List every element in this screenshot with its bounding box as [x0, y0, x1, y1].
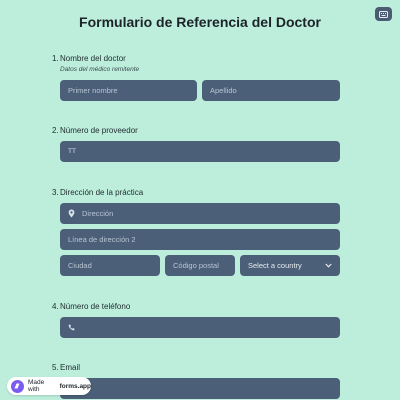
field-placeholder: Primer nombre [68, 86, 118, 95]
forms-app-logo-icon [11, 379, 24, 393]
first-name-input[interactable]: Primer nombre [60, 80, 197, 101]
postal-code-input[interactable]: Código postal [165, 255, 235, 276]
question-label: Dirección de la práctica [60, 188, 144, 197]
field-placeholder: Apellido [210, 86, 237, 95]
question-provider-number: 2. Número de proveedor [52, 126, 340, 136]
question-email: 5. Email [52, 363, 340, 373]
question-label: Número de teléfono [60, 302, 131, 311]
field-placeholder: Dirección [82, 209, 114, 218]
keyboard-icon [379, 10, 388, 18]
field-placeholder: Código postal [173, 261, 219, 270]
question-label: Nombre del doctor [60, 54, 126, 63]
question-phone-number: 4. Número de teléfono [52, 302, 340, 312]
text-type-icon: TT [68, 148, 76, 155]
question-practice-address: 3. Dirección de la práctica [52, 188, 340, 198]
country-select[interactable]: Select a country [240, 255, 340, 276]
page-title: Formulario de Referencia del Doctor [79, 14, 321, 30]
badge-prefix: Made with [27, 379, 45, 393]
question-number: 1. [52, 54, 59, 63]
country-select-value: Select a country [248, 261, 302, 270]
last-name-input[interactable]: Apellido [202, 80, 340, 101]
question-label: Email [60, 363, 81, 372]
question-number: 5. [52, 363, 59, 372]
location-pin-icon [68, 209, 75, 218]
question-number: 3. [52, 188, 59, 197]
phone-input[interactable] [60, 317, 340, 338]
phone-icon [68, 324, 75, 331]
address-input[interactable]: Dirección [60, 203, 340, 224]
keyboard-button[interactable] [375, 7, 392, 21]
chevron-down-icon [325, 263, 332, 268]
badge-brand: forms.app [59, 382, 91, 390]
question-label: Número de proveedor [60, 126, 138, 135]
field-placeholder: Ciudad [68, 261, 92, 270]
made-with-forms-app-badge[interactable]: Made with forms.app [7, 377, 91, 395]
question-sublabel: Datos del médico remitente [60, 66, 140, 73]
question-number: 2. [52, 126, 59, 135]
field-placeholder: Línea de dirección 2 [68, 235, 136, 244]
email-input[interactable] [60, 378, 340, 399]
question-number: 4. [52, 302, 59, 311]
city-input[interactable]: Ciudad [60, 255, 160, 276]
address-line2-input[interactable]: Línea de dirección 2 [60, 229, 340, 250]
question-doctor-name: 1. Nombre del doctor Datos del médico re… [52, 54, 340, 73]
provider-number-input[interactable]: TT [60, 141, 340, 162]
